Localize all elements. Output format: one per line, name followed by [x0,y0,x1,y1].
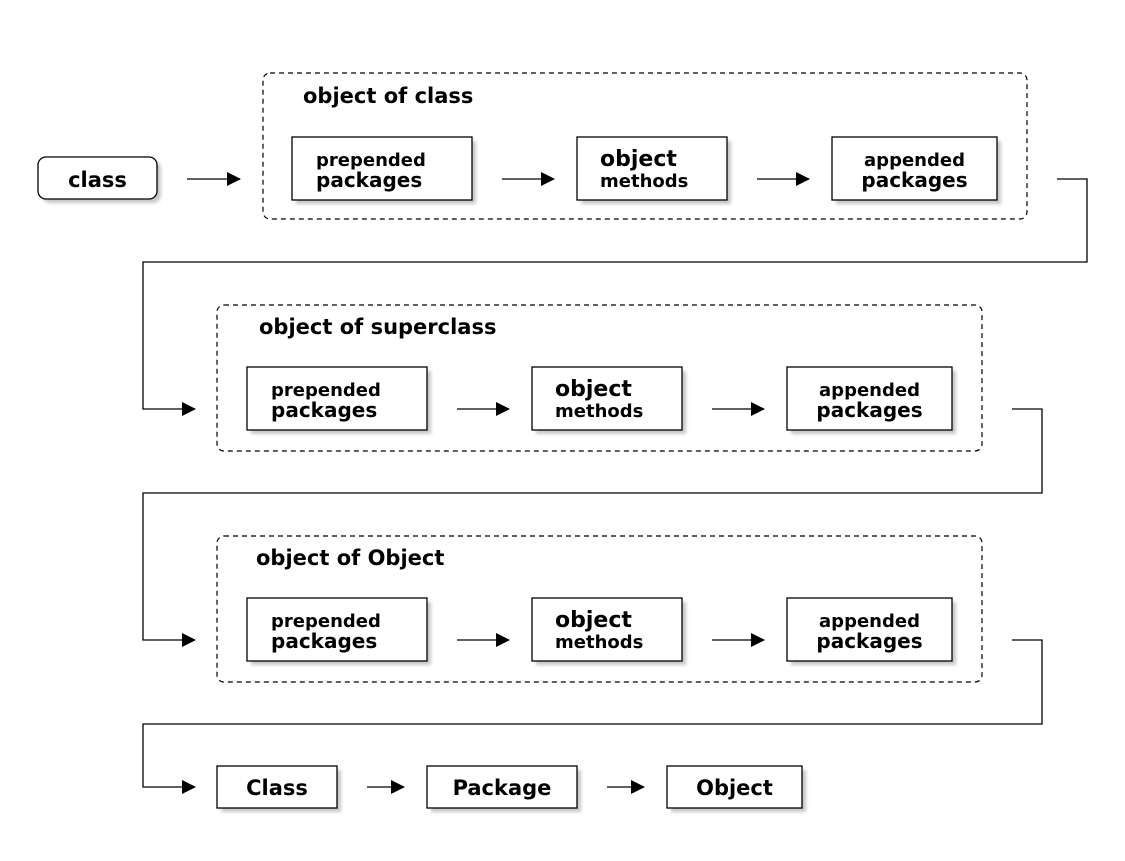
prepended-packages-box: prependedpackages [246,597,431,665]
appended-packages-box: appendedpackages [786,597,956,665]
box-label-line2: packages [816,398,922,422]
box-label-line2: packages [271,398,377,422]
final-node-label: Object [696,776,773,800]
object-methods-box: objectmethods [531,366,686,434]
class-node-label: class [68,168,127,192]
appended-packages-box: appendedpackages [786,366,956,434]
box-label-line2: packages [316,168,422,192]
prepended-packages-box: prependedpackages [246,366,431,434]
group-title: object of Object [256,546,444,570]
class-node: class [37,156,161,203]
final-node-label: Package [453,776,552,800]
box-label-line2: methods [555,632,643,653]
box-label-line1: object [555,608,632,633]
prepended-packages-box: prependedpackages [291,136,476,204]
box-label-line2: methods [600,171,688,192]
object-node: Object [666,765,806,812]
object-methods-box: objectmethods [531,597,686,665]
box-label-line2: packages [861,168,967,192]
final-node-label: Class [246,776,308,800]
box-label-line1: object [555,377,632,402]
method-lookup-diagram: class object of class prependedpackages obj… [37,72,1088,812]
box-label-line2: packages [816,629,922,653]
appended-packages-box: appendedpackages [831,136,1001,204]
group-title: object of superclass [259,315,496,339]
class-node-final: Class [216,765,341,812]
box-label-line1: object [600,147,677,172]
object-methods-box: objectmethods [576,136,731,204]
box-label-line2: methods [555,401,643,422]
box-label-line2: packages [271,629,377,653]
group-title: object of class [303,84,473,108]
package-node: Package [426,765,581,812]
